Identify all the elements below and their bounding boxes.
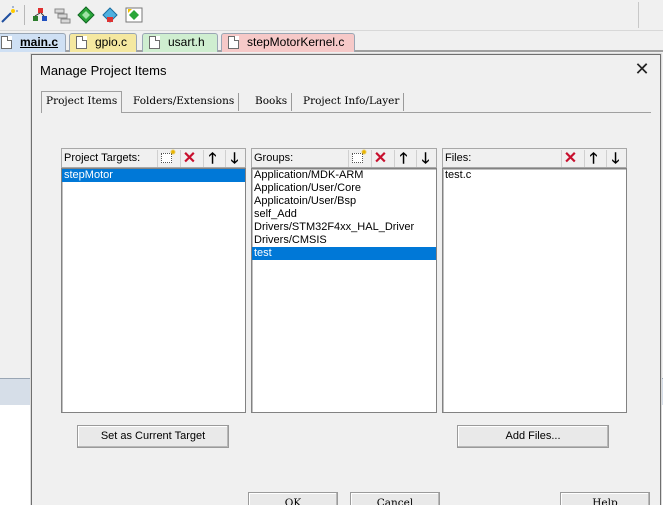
list-item[interactable]: Applicatoin/User/Bsp [252,195,436,208]
list-item[interactable]: self_Add [252,208,436,221]
manage-components-icon[interactable] [125,6,143,24]
list-item[interactable]: test [252,247,436,260]
file-icon [228,36,239,49]
file-tab-gpio-c[interactable]: gpio.c [69,33,137,52]
new-target-button[interactable] [157,149,176,167]
project-targets-list[interactable]: stepMotor [61,168,246,413]
file-icon [1,36,12,49]
files-panel: Files: ✕ 🡑 🡓 test.c [442,148,627,420]
close-icon[interactable]: ✕ [633,60,651,78]
move-down-group-button[interactable]: 🡓 [416,150,434,167]
set-current-target-button[interactable]: Set as Current Target [77,425,229,448]
toolbar-edge [638,2,639,28]
wand-icon[interactable] [0,6,18,24]
file-tab-usart-h[interactable]: usart.h [142,33,218,52]
ok-button[interactable]: OK [248,492,338,505]
tab-project-items[interactable]: Project Items [41,91,123,113]
stop-build-icon[interactable] [101,6,119,24]
file-icon [76,36,87,49]
move-up-target-button[interactable]: 🡑 [203,150,221,167]
delete-file-button[interactable]: ✕ [561,150,579,167]
file-tab-label: stepMotorKernel.c [247,35,345,49]
file-tab-label: gpio.c [95,35,128,49]
editor-file-tabs: main.c gpio.c usart.h stepMotorKernel.c [0,31,663,52]
list-item[interactable]: Application/MDK-ARM [252,169,436,182]
files-header: Files: ✕ 🡑 🡓 [442,148,627,168]
files-label: Files: [445,152,472,164]
list-item[interactable]: Application/User/Core [252,182,436,195]
project-targets-label: Project Targets: [64,152,141,164]
toolbar-separator [24,5,25,25]
move-up-group-button[interactable]: 🡑 [394,150,412,167]
translate-icon[interactable] [53,6,71,24]
file-tab-stepmotorkernel-c[interactable]: stepMotorKernel.c [221,33,355,52]
help-button[interactable]: Help [560,492,650,505]
new-group-button[interactable] [348,149,367,167]
move-down-target-button[interactable]: 🡓 [225,150,243,167]
move-up-file-button[interactable]: 🡑 [584,150,602,167]
file-tab-label: main.c [20,35,59,49]
file-tab-main-c[interactable]: main.c [0,33,66,52]
new-item-icon [352,149,367,163]
add-files-button[interactable]: Add Files... [457,425,609,448]
tab-books[interactable]: Books [251,93,293,111]
groups-list[interactable]: Application/MDK-ARM Application/User/Cor… [251,168,437,413]
tab-folders-extensions[interactable]: Folders/Extensions [129,93,240,111]
project-targets-panel: Project Targets: ✕ 🡑 🡓 stepMotor [61,148,246,420]
list-item[interactable]: test.c [443,169,626,182]
file-icon [149,36,160,49]
cancel-button[interactable]: Cancel [350,492,440,505]
tab-project-info-layer[interactable]: Project Info/Layer [299,93,405,111]
main-toolbar [0,0,663,31]
files-list[interactable]: test.c [442,168,627,413]
project-targets-header: Project Targets: ✕ 🡑 🡓 [61,148,246,168]
rebuild-icon[interactable] [77,6,95,24]
new-item-icon [161,149,176,163]
dialog-title: Manage Project Items [40,63,167,78]
list-item[interactable]: Drivers/CMSIS [252,234,436,247]
groups-panel: Groups: ✕ 🡑 🡓 Application/MDK-ARM Applic… [251,148,437,420]
delete-group-button[interactable]: ✕ [371,150,389,167]
manage-project-items-dialog: Manage Project Items ✕ Project Items Fol… [31,54,661,505]
delete-target-button[interactable]: ✕ [180,150,198,167]
move-down-file-button[interactable]: 🡓 [606,150,624,167]
groups-label: Groups: [254,152,294,164]
file-tab-label: usart.h [168,35,205,49]
load-icon[interactable] [31,6,49,24]
list-item[interactable]: stepMotor [62,169,245,182]
groups-header: Groups: ✕ 🡑 🡓 [251,148,437,168]
list-item[interactable]: Drivers/STM32F4xx_HAL_Driver [252,221,436,234]
